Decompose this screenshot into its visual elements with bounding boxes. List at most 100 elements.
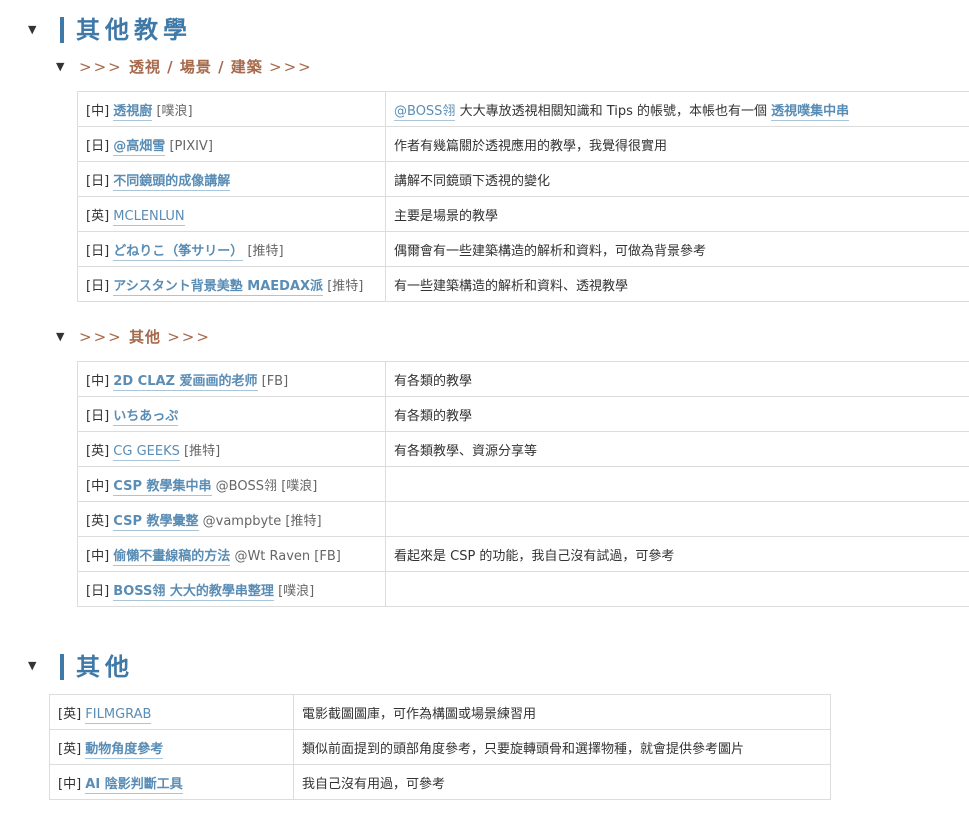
heading-bar <box>60 17 64 43</box>
description-cell: 有一些建築構造的解析和資料、透視教學 <box>385 266 969 302</box>
resource-link[interactable]: FILMGRAB <box>85 706 152 724</box>
description-cell: 有各類的教學 <box>385 361 969 397</box>
resource-cell: [日] アシスタント背景美塾 MAEDAX派 [推特] <box>77 266 386 302</box>
description-cell: 有各類的教學 <box>385 396 969 432</box>
section-heading-other-tutorials: 其他教學 <box>60 17 192 43</box>
table-row: [中] 透視廚 [噗浪] @BOSS翎 大大專放透視相關知識和 Tips 的帳號… <box>77 91 969 127</box>
collapse-toggle-icon[interactable]: ▼ <box>56 331 64 342</box>
resource-cell: [中] CSP 教學集中串 @BOSS翎 [噗浪] <box>77 466 386 502</box>
resource-link[interactable]: BOSS翎 大大的教學串整理 <box>113 583 274 601</box>
resource-source: [噗浪] <box>152 103 193 119</box>
collapse-toggle-icon[interactable]: ▼ <box>28 24 36 35</box>
language-tag: [中] <box>86 373 110 389</box>
resource-source: [推特] <box>179 443 221 459</box>
collapse-toggle-icon[interactable]: ▼ <box>28 660 36 671</box>
heading-bar <box>60 654 64 680</box>
language-tag: [英] <box>86 513 110 529</box>
resource-source: @Wt Raven [FB] <box>230 548 341 564</box>
description-cell <box>385 466 969 502</box>
description-cell: 類似前面提到的頭部角度參考，只要旋轉頭骨和選擇物種，就會提供參考圖片 <box>293 729 831 765</box>
resource-link[interactable]: 透視廚 <box>113 103 153 121</box>
resource-cell: [日] BOSS翎 大大的教學串整理 [噗浪] <box>77 571 386 607</box>
section-title: 其他 <box>76 653 134 681</box>
perspective-table: [中] 透視廚 [噗浪] @BOSS翎 大大專放透視相關知識和 Tips 的帳號… <box>77 91 969 302</box>
resource-source: @BOSS翎 [噗浪] <box>211 478 318 494</box>
resource-link[interactable]: AI 陰影判斷工具 <box>85 776 183 794</box>
description-cell: 我自己沒有用過，可參考 <box>293 764 831 800</box>
resource-link[interactable]: 2D CLAZ 爱画画的老师 <box>113 373 258 391</box>
language-tag: [英] <box>58 741 82 757</box>
resource-cell: [英] CSP 教學彙整 @vampbyte [推特] <box>77 501 386 537</box>
resource-link[interactable]: CG GEEKS <box>113 443 180 461</box>
language-tag: [英] <box>58 706 82 722</box>
language-tag: [英] <box>86 443 110 459</box>
description-cell: 看起來是 CSP 的功能，我自己沒有試過，可參考 <box>385 536 969 572</box>
resource-cell: [英] CG GEEKS [推特] <box>77 431 386 467</box>
language-tag: [日] <box>86 583 110 599</box>
resource-cell: [日] 不同鏡頭的成像講解 <box>77 161 386 197</box>
resource-link[interactable]: 動物角度參考 <box>85 741 164 759</box>
language-tag: [日] <box>86 138 110 154</box>
description-cell: 電影截圖圖庫，可作為構圖或場景練習用 <box>293 694 831 730</box>
description-cell <box>385 571 969 607</box>
description-cell: 有各類教學、資源分享等 <box>385 431 969 467</box>
language-tag: [中] <box>86 478 110 494</box>
table-row: [中] 2D CLAZ 爱画画的老师 [FB] 有各類的教學 <box>77 361 969 397</box>
table-row: [日] BOSS翎 大大的教學串整理 [噗浪] <box>77 571 969 607</box>
language-tag: [英] <box>86 208 110 224</box>
resource-source: [噗浪] <box>273 583 315 599</box>
section-heading-other: 其他 <box>60 654 134 680</box>
resource-source: [推特] <box>243 243 284 259</box>
subheading-arrow: >>> <box>167 328 211 346</box>
table-row: [中] 偷懶不畫線稿的方法 @Wt Raven [FB] 看起來是 CSP 的功… <box>77 536 969 572</box>
resource-cell: [日] いちあっぷ <box>77 396 386 432</box>
table-row: [英] CG GEEKS [推特] 有各類教學、資源分享等 <box>77 431 969 467</box>
language-tag: [中] <box>86 103 110 119</box>
description-cell: 講解不同鏡頭下透視的變化 <box>385 161 969 197</box>
description-cell: 作者有幾篇關於透視應用的教學，我覺得很實用 <box>385 126 969 162</box>
language-tag: [中] <box>86 548 110 564</box>
resource-link[interactable]: アシスタント背景美塾 MAEDAX派 <box>113 278 324 296</box>
resource-link[interactable]: MCLENLUN <box>113 208 185 226</box>
user-link[interactable]: @BOSS翎 <box>394 103 456 121</box>
language-tag: [日] <box>86 243 110 259</box>
table-row: [英] 動物角度參考 類似前面提到的頭部角度參考，只要旋轉頭骨和選擇物種，就會提… <box>49 729 831 765</box>
subheading-title: 其他 <box>128 328 161 346</box>
resource-cell: [日] @高畑雪 [PIXIV] <box>77 126 386 162</box>
table-row: [日] アシスタント背景美塾 MAEDAX派 [推特] 有一些建築構造的解析和資… <box>77 266 969 302</box>
collapse-toggle-icon[interactable]: ▼ <box>56 61 64 72</box>
table-row: [日] 不同鏡頭的成像講解 講解不同鏡頭下透視的變化 <box>77 161 969 197</box>
subheading-title: 透視 / 場景 / 建築 <box>128 58 263 76</box>
language-tag: [日] <box>86 278 110 294</box>
resource-link[interactable]: どねりこ（筝サリー） <box>113 243 244 261</box>
language-tag: [日] <box>86 173 110 189</box>
resource-cell: [中] AI 陰影判斷工具 <box>49 764 294 800</box>
thread-link[interactable]: 透視噗集中串 <box>771 103 850 121</box>
resource-link[interactable]: @高畑雪 <box>113 138 166 156</box>
table-row: [英] FILMGRAB 電影截圖圖庫，可作為構圖或場景練習用 <box>49 694 831 730</box>
section-title: 其他教學 <box>76 16 192 44</box>
subheading-arrow: >>> <box>79 58 123 76</box>
subheading-perspective: >>> 透視 / 場景 / 建築 >>> <box>79 58 313 76</box>
language-tag: [日] <box>86 408 110 424</box>
description-text: 大大專放透視相關知識和 Tips 的帳號，本帳也有一個 <box>455 103 772 119</box>
resource-link[interactable]: いちあっぷ <box>113 408 179 426</box>
subheading-arrow: >>> <box>269 58 313 76</box>
description-cell <box>385 501 969 537</box>
table-row: [中] AI 陰影判斷工具 我自己沒有用過，可參考 <box>49 764 831 800</box>
resource-link[interactable]: CSP 教學彙整 <box>113 513 199 531</box>
subheading-other: >>> 其他 >>> <box>79 328 211 346</box>
resource-cell: [英] MCLENLUN <box>77 196 386 232</box>
resource-link[interactable]: 偷懶不畫線稿的方法 <box>113 548 231 566</box>
resource-link[interactable]: 不同鏡頭的成像講解 <box>113 173 231 191</box>
other-tutorials-table: [中] 2D CLAZ 爱画画的老师 [FB] 有各類的教學 [日] いちあっぷ… <box>77 361 969 607</box>
table-row: [英] CSP 教學彙整 @vampbyte [推特] <box>77 501 969 537</box>
description-cell: @BOSS翎 大大專放透視相關知識和 Tips 的帳號，本帳也有一個 透視噗集中… <box>385 91 969 127</box>
resource-cell: [中] 透視廚 [噗浪] <box>77 91 386 127</box>
resource-link[interactable]: CSP 教學集中串 <box>113 478 212 496</box>
resource-source: [推特] <box>323 278 364 294</box>
resource-source: [PIXIV] <box>165 138 213 154</box>
table-row: [日] いちあっぷ 有各類的教學 <box>77 396 969 432</box>
language-tag: [中] <box>58 776 82 792</box>
resource-source: @vampbyte [推特] <box>198 513 322 529</box>
